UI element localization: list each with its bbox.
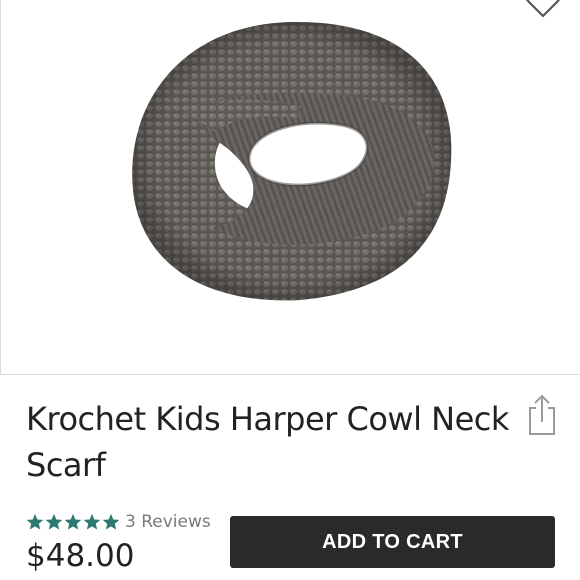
star-icon [26, 513, 44, 530]
product-price: $48.00 [26, 538, 135, 574]
rating-stars [26, 513, 120, 531]
star-icon [45, 513, 63, 530]
heart-icon[interactable] [523, 0, 563, 20]
star-icon [83, 513, 101, 530]
star-icon [64, 513, 82, 530]
product-title: Krochet Kids Harper Cowl Neck Scarf [26, 400, 509, 484]
product-image-area[interactable] [0, 0, 580, 375]
add-to-cart-button[interactable]: ADD TO CART [230, 516, 555, 568]
product-image[interactable] [1, 0, 580, 375]
reviews-link[interactable]: 3 Reviews [125, 512, 211, 532]
star-icon [102, 513, 120, 530]
product-rating[interactable]: 3 Reviews [26, 510, 211, 534]
share-icon[interactable] [524, 392, 560, 438]
